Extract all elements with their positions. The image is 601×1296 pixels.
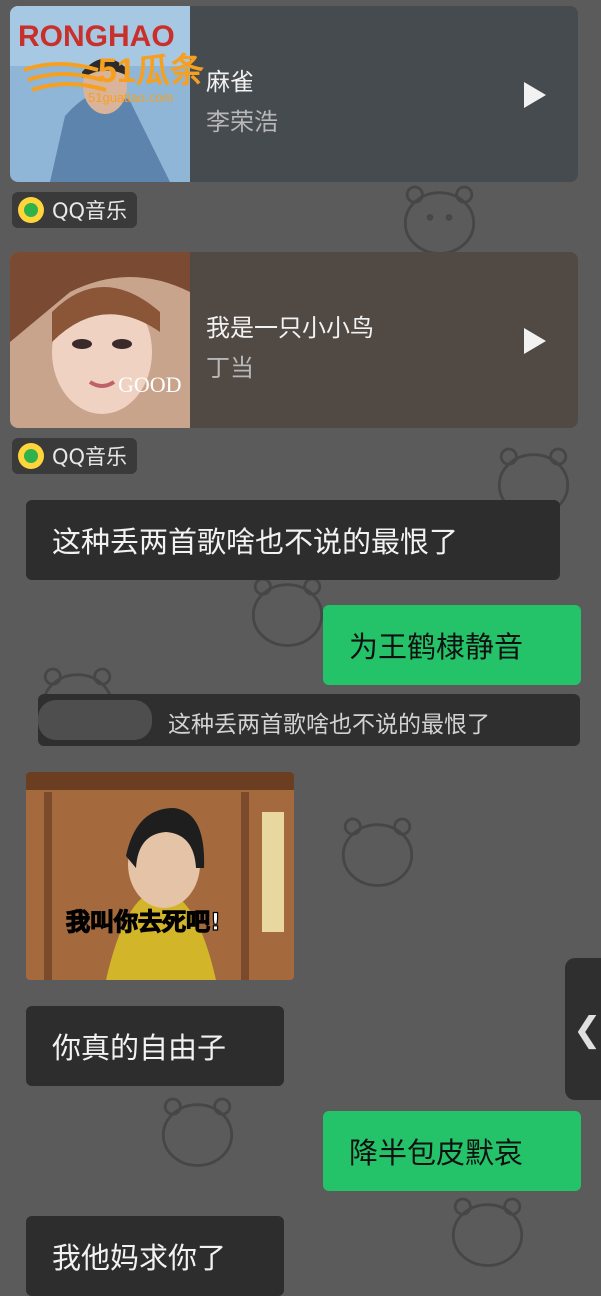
play-icon[interactable] bbox=[524, 328, 546, 354]
song-artist: 丁当 bbox=[206, 354, 254, 382]
message-bubble-left[interactable]: 这种丢两首歌啥也不说的最恨了 bbox=[26, 500, 560, 580]
qq-music-logo-icon bbox=[18, 443, 44, 469]
bear-doodle-icon bbox=[161, 1097, 234, 1167]
source-tag-2: QQ音乐 bbox=[12, 438, 138, 474]
sticker-image[interactable]: 我叫你去死吧! bbox=[26, 772, 294, 980]
source-tag-1: QQ音乐 bbox=[12, 192, 138, 228]
watermark-brand: 51瓜条 bbox=[98, 52, 204, 90]
message-bubble-right[interactable]: 为王鹤棣静音 bbox=[323, 605, 581, 685]
quoted-reply[interactable]: 这种丢两首歌啥也不说的最恨了 bbox=[38, 694, 580, 746]
source-label: QQ音乐 bbox=[52, 445, 128, 469]
song-title: 我是一只小小鸟 bbox=[206, 314, 374, 342]
message-bubble-left[interactable]: 你真的自由子 bbox=[26, 1006, 284, 1086]
quoted-text: 这种丢两首歌啥也不说的最恨了 bbox=[168, 712, 490, 738]
chevron-left-icon: ❮ bbox=[573, 1010, 601, 1050]
sticker-caption: 我叫你去死吧! bbox=[66, 908, 221, 936]
qq-music-logo-icon bbox=[18, 197, 44, 223]
watermark-url: 51guatiao.com bbox=[88, 90, 173, 105]
message-bubble-right[interactable]: 降半包皮默哀 bbox=[323, 1111, 581, 1191]
side-drawer-handle[interactable]: ❮ bbox=[565, 958, 601, 1100]
bear-doodle-icon bbox=[403, 185, 476, 255]
cover-text: GOOD bbox=[118, 372, 182, 397]
source-label: QQ音乐 bbox=[52, 199, 128, 223]
bear-doodle-icon bbox=[451, 1197, 524, 1267]
play-icon[interactable] bbox=[524, 82, 546, 108]
site-watermark: 51瓜条 51guatiao.com bbox=[18, 40, 248, 110]
music-card-song-2[interactable]: GOOD 我是一只小小鸟 丁当 bbox=[10, 252, 578, 428]
blurred-username bbox=[38, 700, 152, 740]
bear-doodle-icon bbox=[341, 817, 414, 887]
message-bubble-left[interactable]: 我他妈求你了 bbox=[26, 1216, 284, 1296]
album-cover-2: GOOD bbox=[10, 252, 190, 428]
